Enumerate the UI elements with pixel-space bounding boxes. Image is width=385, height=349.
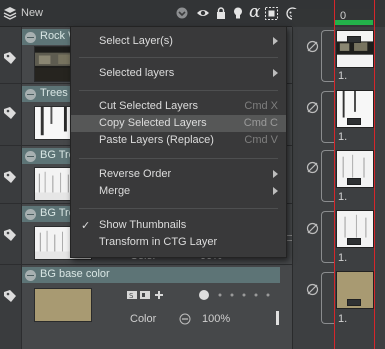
layer-name: Trees: [40, 87, 68, 99]
null-frame-icon[interactable]: [306, 101, 319, 114]
checkmark-icon: ✓: [81, 220, 91, 232]
opacity-dots-slider[interactable]: [198, 290, 280, 300]
eye-icon[interactable]: [196, 7, 210, 19]
menu-separator: [79, 208, 278, 209]
frame-label: 1.: [338, 252, 348, 264]
dropdown-circle-icon[interactable]: [176, 7, 188, 19]
layer-tag-icon[interactable]: [3, 51, 19, 65]
submenu-arrow-icon: [273, 69, 278, 77]
null-frame-icon[interactable]: [306, 40, 319, 53]
new-layer-label[interactable]: New: [21, 7, 43, 19]
null-frame-icon[interactable]: [306, 283, 319, 296]
bulb-icon[interactable]: [232, 7, 244, 19]
layers-stack-icon[interactable]: [3, 6, 17, 20]
opacity-slider-handle[interactable]: [276, 311, 279, 325]
menu-item-paste[interactable]: Paste Layers (Replace) Cmd V: [71, 132, 286, 149]
opacity-value[interactable]: 100%: [202, 313, 230, 325]
menu-item-show-thumbnails[interactable]: ✓ Show Thumbnails: [71, 217, 286, 234]
null-frame-icon[interactable]: [306, 161, 319, 174]
frame-label: 1.: [338, 131, 348, 143]
menu-item-cut[interactable]: Cut Selected Layers Cmd X: [71, 98, 286, 115]
color-label: Color: [130, 313, 157, 325]
layer-name: BG base color: [40, 268, 110, 280]
menu-item-reverse-order[interactable]: Reverse Order: [71, 166, 286, 183]
menu-separator: [79, 90, 278, 91]
collapse-icon[interactable]: [25, 151, 36, 162]
layers-context-menu: Select Layer(s) Selected layers Cut Sele…: [70, 26, 287, 258]
layer-tag-icon[interactable]: [3, 228, 19, 242]
layer-thumbnail: [34, 288, 92, 322]
lock-icon[interactable]: [215, 7, 227, 19]
menu-separator: [79, 57, 278, 58]
layer-tag-icon[interactable]: [3, 170, 19, 184]
frame-label: 1.: [338, 313, 348, 325]
frame-label: 1.: [338, 70, 348, 82]
collapse-icon[interactable]: [25, 89, 36, 100]
collapse-icon[interactable]: [25, 32, 36, 43]
submenu-arrow-icon: [273, 187, 278, 195]
layer-tag-icon[interactable]: [3, 106, 19, 120]
collapse-icon[interactable]: [25, 209, 36, 220]
shortcut-label: Cmd C: [243, 117, 278, 129]
collapse-icon[interactable]: [25, 270, 36, 281]
shortcut-label: Cmd V: [244, 134, 278, 146]
menu-item-merge[interactable]: Merge: [71, 183, 286, 200]
frame-label: 1.: [338, 191, 348, 203]
menu-item-transform-ctg[interactable]: Transform in CTG Layer: [71, 234, 286, 251]
layer-row[interactable]: BG base color S Color 100%: [0, 265, 292, 349]
submenu-arrow-icon: [273, 170, 278, 178]
shortcut-label: Cmd X: [244, 100, 278, 112]
blend-mode-icons[interactable]: S: [127, 290, 167, 300]
layer-tag-icon[interactable]: [3, 289, 19, 303]
submenu-arrow-icon: [273, 37, 278, 45]
menu-item-copy[interactable]: Copy Selected Layers Cmd C: [71, 115, 286, 132]
minus-circle-icon[interactable]: [179, 313, 191, 325]
null-frame-icon[interactable]: [306, 222, 319, 235]
playhead-line[interactable]: [334, 0, 335, 349]
layer-header[interactable]: BG base color: [22, 267, 280, 283]
menu-separator: [79, 158, 278, 159]
selection-icon[interactable]: [265, 7, 278, 20]
menu-item-select-layers[interactable]: Select Layer(s): [71, 33, 286, 50]
svg-text:S: S: [129, 292, 134, 300]
timeline-range-bar[interactable]: [335, 20, 373, 25]
playhead-end-line[interactable]: [374, 0, 375, 349]
alpha-icon[interactable]: α: [249, 2, 260, 22]
menu-item-selected-layers[interactable]: Selected layers: [71, 65, 286, 82]
